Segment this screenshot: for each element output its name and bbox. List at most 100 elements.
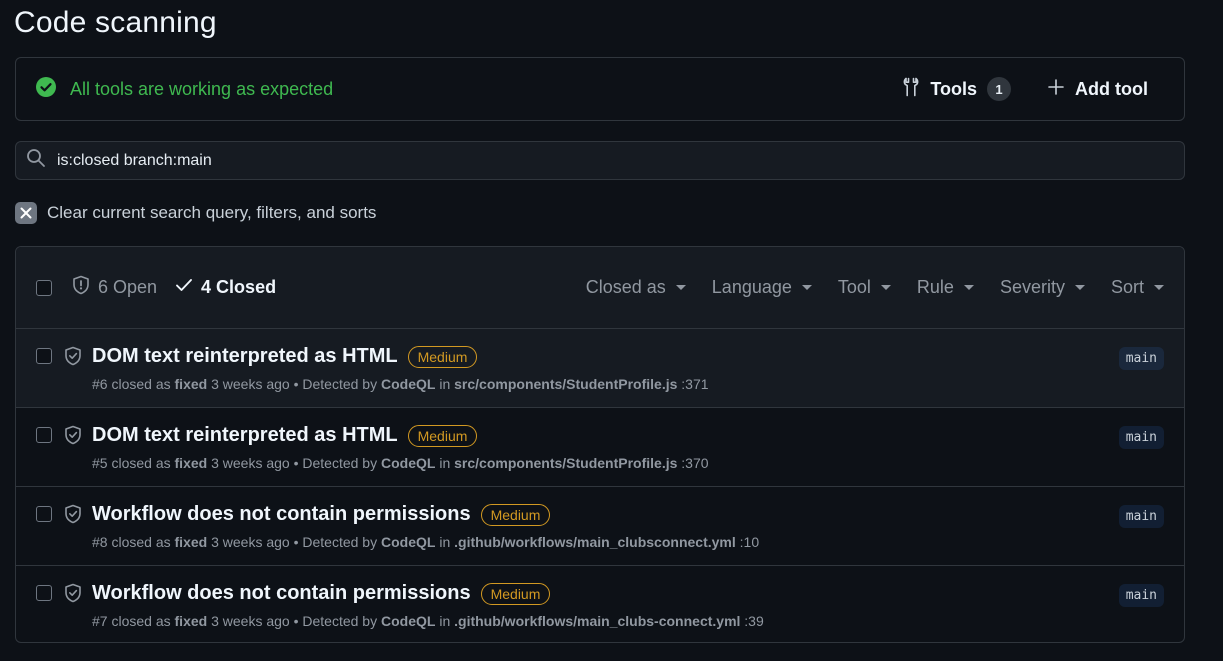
filter-menus: Closed as Language Tool Rule Severity So… <box>560 277 1164 298</box>
search-bar[interactable] <box>15 141 1185 180</box>
clear-query-label: Clear current search query, filters, and… <box>47 203 377 222</box>
alert-meta: #6 closed as fixed 3 weeks ago • Detecte… <box>92 376 1164 392</box>
shield-check-icon <box>64 583 82 608</box>
row-checkbox[interactable] <box>36 506 52 522</box>
closed-as-text: closed as <box>111 376 171 392</box>
detected-by-text: • Detected by <box>293 613 378 629</box>
rule-label: Rule <box>916 277 954 297</box>
closed-count-label: 4 Closed <box>201 277 277 297</box>
sort-label: Sort <box>1110 277 1144 297</box>
alert-meta: #8 closed as fixed 3 weeks ago • Detecte… <box>92 534 1164 550</box>
closed-as-text: closed as <box>111 534 171 550</box>
alert-row: DOM text reinterpreted as HTML Medium #5… <box>16 408 1184 487</box>
closed-filter-tab[interactable]: 4 Closed <box>175 277 276 298</box>
alert-title-link[interactable]: DOM text reinterpreted as HTML <box>92 345 398 368</box>
severity-label: Severity <box>999 277 1065 297</box>
check-circle-icon <box>36 76 56 102</box>
plus-icon <box>1047 78 1065 101</box>
chevron-down-icon <box>675 285 686 290</box>
alert-title-link[interactable]: DOM text reinterpreted as HTML <box>92 424 398 447</box>
chevron-down-icon <box>1074 285 1085 290</box>
alerts-list: 6 Open 4 Closed Closed as Language Tool <box>15 246 1185 643</box>
file-path-link[interactable]: src/components/StudentProfile.js <box>454 376 677 392</box>
timestamp: 3 weeks ago <box>211 534 290 550</box>
add-tool-button[interactable]: Add tool <box>1047 78 1148 101</box>
branch-label[interactable]: main <box>1118 426 1164 449</box>
branch-label[interactable]: main <box>1118 584 1164 607</box>
timestamp: 3 weeks ago <box>211 455 290 471</box>
severity-badge: Medium <box>407 424 478 447</box>
alert-title-link[interactable]: Workflow does not contain permissions <box>92 582 471 605</box>
tool-link[interactable]: CodeQL <box>381 613 435 629</box>
detected-by-text: • Detected by <box>293 455 378 471</box>
language-filter[interactable]: Language <box>712 277 812 298</box>
alert-title-link[interactable]: Workflow does not contain permissions <box>92 503 471 526</box>
tools-status: All tools are working as expected <box>36 76 902 102</box>
branch-label[interactable]: main <box>1118 505 1164 528</box>
closed-as-filter[interactable]: Closed as <box>586 277 686 298</box>
open-filter-tab[interactable]: 6 Open <box>72 275 157 300</box>
search-input[interactable] <box>57 151 1157 170</box>
chevron-down-icon <box>1154 285 1164 290</box>
alert-title-line: DOM text reinterpreted as HTML Medium <box>92 345 1164 368</box>
alert-title-line: DOM text reinterpreted as HTML Medium <box>92 424 1164 447</box>
resolution: fixed <box>174 455 208 471</box>
branch-label[interactable]: main <box>1118 347 1164 370</box>
line-number: :39 <box>744 613 764 629</box>
tools-count-badge: 1 <box>987 77 1012 101</box>
alert-meta: #5 closed as fixed 3 weeks ago • Detecte… <box>92 455 1164 471</box>
alert-number: #8 <box>92 534 108 550</box>
file-path-link[interactable]: src/components/StudentProfile.js <box>454 455 677 471</box>
rule-filter[interactable]: Rule <box>917 277 974 298</box>
chevron-down-icon <box>880 285 891 290</box>
list-header: 6 Open 4 Closed Closed as Language Tool <box>16 247 1184 329</box>
in-text: in <box>439 534 451 550</box>
tools-button[interactable]: Tools 1 <box>902 77 1012 102</box>
status-text: All tools are working as expected <box>70 78 334 99</box>
shield-check-icon <box>64 346 82 371</box>
close-icon <box>15 202 37 224</box>
alert-number: #6 <box>92 376 108 392</box>
chevron-down-icon <box>801 285 812 290</box>
row-checkbox[interactable] <box>36 585 52 601</box>
sort-menu[interactable]: Sort <box>1111 277 1164 298</box>
tool-filter[interactable]: Tool <box>838 277 891 298</box>
file-path-link[interactable]: .github/workflows/main_clubs-connect.yml <box>454 613 740 629</box>
row-checkbox[interactable] <box>36 348 52 364</box>
tool-link[interactable]: CodeQL <box>381 455 435 471</box>
tools-icon <box>902 77 920 102</box>
page-title: Code scanning <box>14 6 217 39</box>
file-path-link[interactable]: .github/workflows/main_clubsconnect.yml <box>454 534 736 550</box>
tool-link[interactable]: CodeQL <box>381 534 435 550</box>
alert-row: Workflow does not contain permissions Me… <box>16 566 1184 642</box>
alert-number: #5 <box>92 455 108 471</box>
row-checkbox[interactable] <box>36 427 52 443</box>
timestamp: 3 weeks ago <box>211 613 290 629</box>
closed-as-text: closed as <box>111 613 171 629</box>
severity-badge: Medium <box>480 503 551 526</box>
alert-meta: #7 closed as fixed 3 weeks ago • Detecte… <box>92 613 1164 629</box>
alert-row: DOM text reinterpreted as HTML Medium #6… <box>16 329 1184 408</box>
clear-query-button[interactable]: Clear current search query, filters, and… <box>15 202 376 224</box>
language-label: Language <box>711 277 792 297</box>
line-number: :371 <box>681 376 709 392</box>
severity-badge: Medium <box>407 345 478 368</box>
alert-title-line: Workflow does not contain permissions Me… <box>92 503 1164 526</box>
detected-by-text: • Detected by <box>293 534 378 550</box>
tools-label: Tools <box>930 78 978 99</box>
tool-label: Tool <box>837 277 871 297</box>
open-count-label: 6 Open <box>98 277 158 297</box>
in-text: in <box>439 376 451 392</box>
severity-badge: Medium <box>480 582 551 605</box>
closed-as-text: closed as <box>111 455 171 471</box>
in-text: in <box>439 613 451 629</box>
severity-filter[interactable]: Severity <box>1000 277 1085 298</box>
search-icon <box>26 148 46 173</box>
alert-title-line: Workflow does not contain permissions Me… <box>92 582 1164 605</box>
line-number: :10 <box>739 534 760 550</box>
shield-check-icon <box>64 504 82 529</box>
timestamp: 3 weeks ago <box>211 376 290 392</box>
line-number: :370 <box>681 455 709 471</box>
tool-link[interactable]: CodeQL <box>381 376 435 392</box>
select-all-checkbox[interactable] <box>36 279 52 296</box>
